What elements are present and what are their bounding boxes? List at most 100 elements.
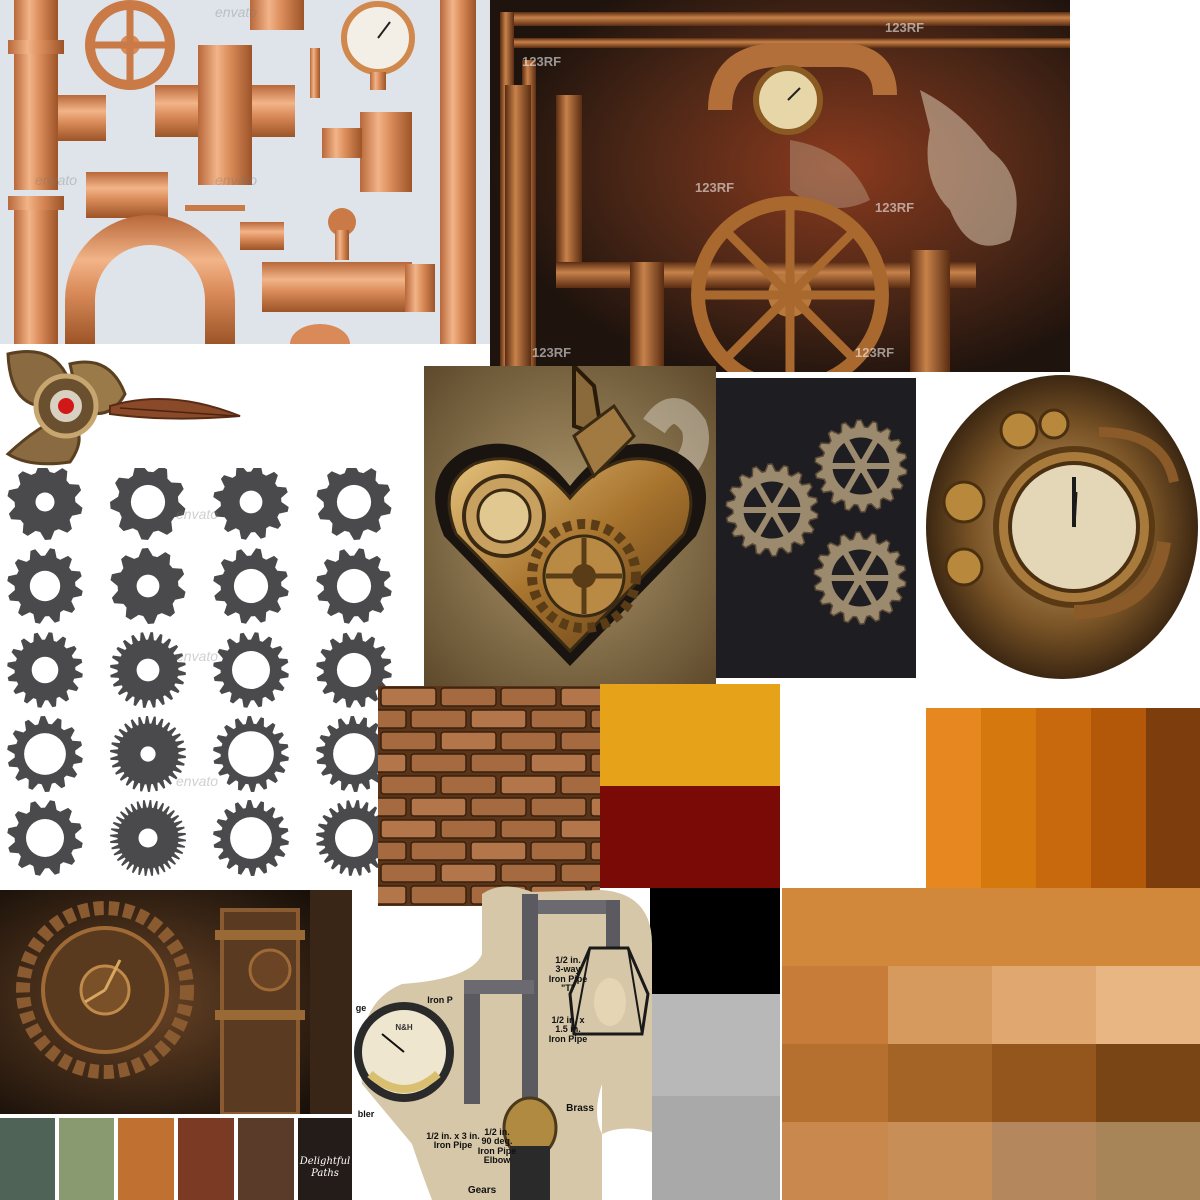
brick — [440, 819, 497, 839]
brick — [410, 841, 467, 861]
brick-wall-image — [378, 686, 600, 906]
brick — [500, 819, 557, 839]
brick — [500, 687, 557, 707]
color-swatch — [888, 966, 992, 1044]
label-elbow: 1/2 in. 90 deg. Iron Pipe Elbow — [477, 1127, 517, 1166]
color-swatch — [782, 966, 888, 1044]
orange-palette-strip — [926, 708, 1200, 888]
brick — [410, 797, 467, 817]
label-half-by-one-half-pipe: 1/2 in. x 1.5 in. Iron Pipe — [548, 1015, 588, 1044]
color-swatch-maroon — [600, 786, 780, 888]
brick — [500, 863, 557, 883]
steampunk-clock-image — [924, 372, 1200, 682]
brick — [500, 775, 557, 795]
color-swatch-sage — [59, 1118, 114, 1200]
envato-watermark: envato — [176, 506, 219, 522]
123rf-watermark: 123RF — [522, 54, 562, 69]
color-swatch — [1096, 1044, 1200, 1122]
gear-hole — [140, 746, 156, 762]
pipe-lamp-diagram-image: 1/2 in. 3-way Iron Pipe "T" 1/2 in. x 1.… — [352, 884, 658, 1200]
brick — [470, 709, 527, 729]
gear-hole — [233, 568, 269, 604]
gear-hole — [336, 652, 372, 688]
gear-hole — [335, 819, 373, 857]
gear-hole — [232, 651, 270, 689]
brick — [440, 731, 497, 751]
delightful-paths-logo: Delightful Paths — [298, 1156, 352, 1179]
label-gears: Gears — [467, 1185, 497, 1196]
envato-watermark: envato — [176, 648, 219, 664]
brick — [560, 863, 600, 883]
color-swatch-slate-green — [0, 1118, 55, 1200]
gear-hole — [136, 658, 160, 682]
brick — [378, 797, 407, 817]
brick — [560, 775, 600, 795]
color-swatch — [992, 966, 1096, 1044]
brown-palette-grid — [782, 888, 1200, 1200]
brick — [530, 841, 587, 861]
gear-hub — [765, 503, 779, 517]
color-swatch-copper — [118, 1118, 174, 1200]
gear-hole — [138, 828, 158, 848]
123rf-watermark: 123RF — [855, 345, 895, 360]
brick — [410, 753, 467, 773]
gear-hole — [130, 484, 166, 520]
envato-watermark: envato — [176, 773, 219, 789]
gear-hole — [336, 568, 372, 604]
color-swatch — [888, 1122, 992, 1200]
gear-hole — [29, 570, 61, 602]
brick — [530, 753, 587, 773]
123rf-watermark: 123RF — [695, 180, 735, 195]
color-swatch — [1036, 708, 1091, 888]
dark-clock-machine-image — [0, 890, 352, 1114]
color-swatch-black — [650, 888, 780, 994]
color-swatch — [782, 1044, 888, 1122]
brick — [380, 775, 437, 795]
steampunk-heart-image — [424, 366, 716, 686]
brick — [560, 819, 600, 839]
123rf-watermark: 123RF — [885, 20, 925, 35]
gear-hole — [31, 656, 59, 684]
color-swatch — [1146, 708, 1200, 888]
label-three-way-pipe: 1/2 in. 3-way Iron Pipe "T" — [548, 955, 588, 994]
gear-hole — [24, 733, 66, 775]
brick — [560, 687, 600, 707]
logo-line-2: Paths — [311, 1167, 339, 1179]
brick — [500, 731, 557, 751]
brick — [560, 731, 600, 751]
brick — [440, 775, 497, 795]
brick — [590, 797, 600, 817]
label-brass: Brass — [566, 1103, 594, 1114]
gear-hole — [136, 574, 160, 598]
copper-pipes-image: envato envato envato — [0, 0, 490, 344]
envato-watermark: envato — [215, 4, 258, 20]
brick — [590, 841, 600, 861]
envato-watermark: envato — [35, 172, 78, 188]
butterfly-pendant-image — [0, 344, 250, 468]
brick — [378, 841, 407, 861]
brick — [380, 731, 437, 751]
color-swatch-rust — [178, 1118, 234, 1200]
123rf-watermark: 123RF — [532, 345, 572, 360]
brick — [378, 753, 407, 773]
color-swatch — [1096, 966, 1200, 1044]
gear-hole — [333, 733, 375, 775]
gear-hole — [336, 484, 372, 520]
gear-hole — [26, 819, 64, 857]
gear-icons-grid-image: envato envato envato — [0, 468, 400, 888]
gear-hole — [35, 492, 55, 512]
gauge-brand-text: N&H — [395, 1023, 413, 1032]
color-swatch — [926, 708, 981, 888]
envato-watermark: envato — [215, 172, 258, 188]
color-swatch — [888, 1044, 992, 1122]
brick — [378, 709, 407, 729]
brick — [470, 841, 527, 861]
brick — [440, 687, 497, 707]
color-swatch — [981, 708, 1036, 888]
brick — [530, 797, 587, 817]
color-swatch — [992, 1122, 1096, 1200]
gear-hub — [853, 571, 867, 585]
steampunk-pipes-wall-image: 123RF 123RF 123RF 123RF 123RF 123RF — [490, 0, 1070, 372]
color-swatch — [992, 1044, 1096, 1122]
color-swatch-gold — [600, 684, 780, 786]
